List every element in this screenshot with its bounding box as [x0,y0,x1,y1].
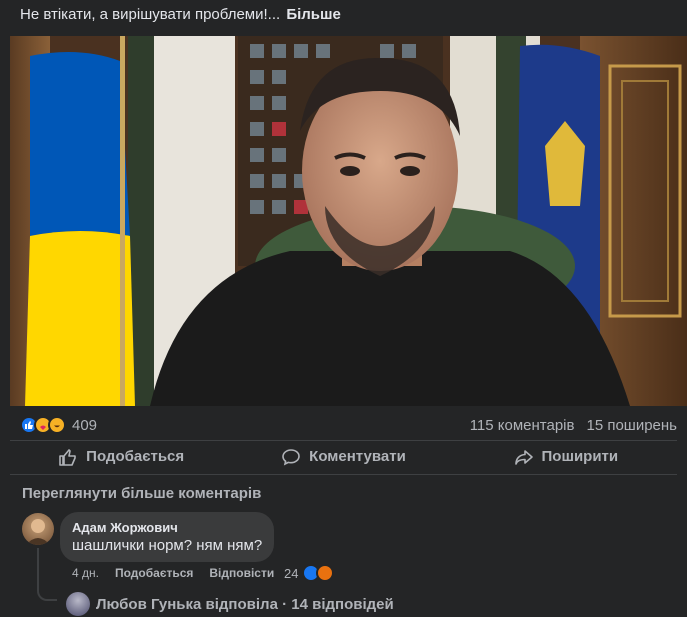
comment-bubble: Адам Жоржович шашлички норм? ням ням? [60,512,275,562]
thread-connector [37,548,57,601]
video-player[interactable] [10,36,687,406]
comment-like-link[interactable]: Подобається [115,566,193,580]
post-stats: 409 115 коментарів 15 поширень [20,414,677,436]
see-more-link[interactable]: Більше [286,6,341,23]
avatar [66,592,90,616]
view-more-comments-link[interactable]: Переглянути більше коментарів [22,485,261,502]
reply-summary: Любов Гунька відповіла · 14 відповідей [96,595,394,613]
comment-meta: 4 дн. Подобається Відповісти [72,566,290,580]
divider [10,474,677,475]
reaction-count: 409 [72,416,98,434]
like-button-label: Подобається [86,448,185,465]
video-frame [10,36,687,406]
post-action-bar: Подобається Коментувати Поширити [10,440,677,472]
comment-time[interactable]: 4 дн. [72,566,99,580]
comment-button-label: Коментувати [309,448,406,465]
shares-count-link[interactable]: 15 поширень [586,417,677,434]
comment-text: шашлички норм? ням ням? [72,537,263,554]
share-arrow-icon [514,449,533,465]
like-button[interactable]: Подобається [10,441,232,472]
haha-reaction-icon [48,416,66,434]
avatar[interactable] [22,513,54,545]
share-button-label: Поширити [541,448,619,465]
thumbs-up-icon [59,448,76,466]
share-button[interactable]: Поширити [455,441,677,472]
comment-author[interactable]: Адам Жоржович [72,520,262,535]
comment-button[interactable]: Коментувати [232,441,454,472]
comment-reactions[interactable]: 24 [284,564,335,582]
post-text-content: Не втікати, а вирішувати проблеми!... [20,6,281,23]
reaction-summary[interactable]: 409 [20,416,97,434]
post-text: Не втікати, а вирішувати проблеми!... Бі… [20,6,341,23]
angry-reaction-icon [316,564,335,582]
comments-count-link[interactable]: 115 коментарів [470,417,575,434]
comment-reaction-count: 24 [284,565,299,581]
view-replies-link[interactable]: Любов Гунька відповіла · 14 відповідей [66,592,394,616]
comment-reply-link[interactable]: Відповісти [209,566,274,580]
comment-bubble-icon [282,448,300,465]
